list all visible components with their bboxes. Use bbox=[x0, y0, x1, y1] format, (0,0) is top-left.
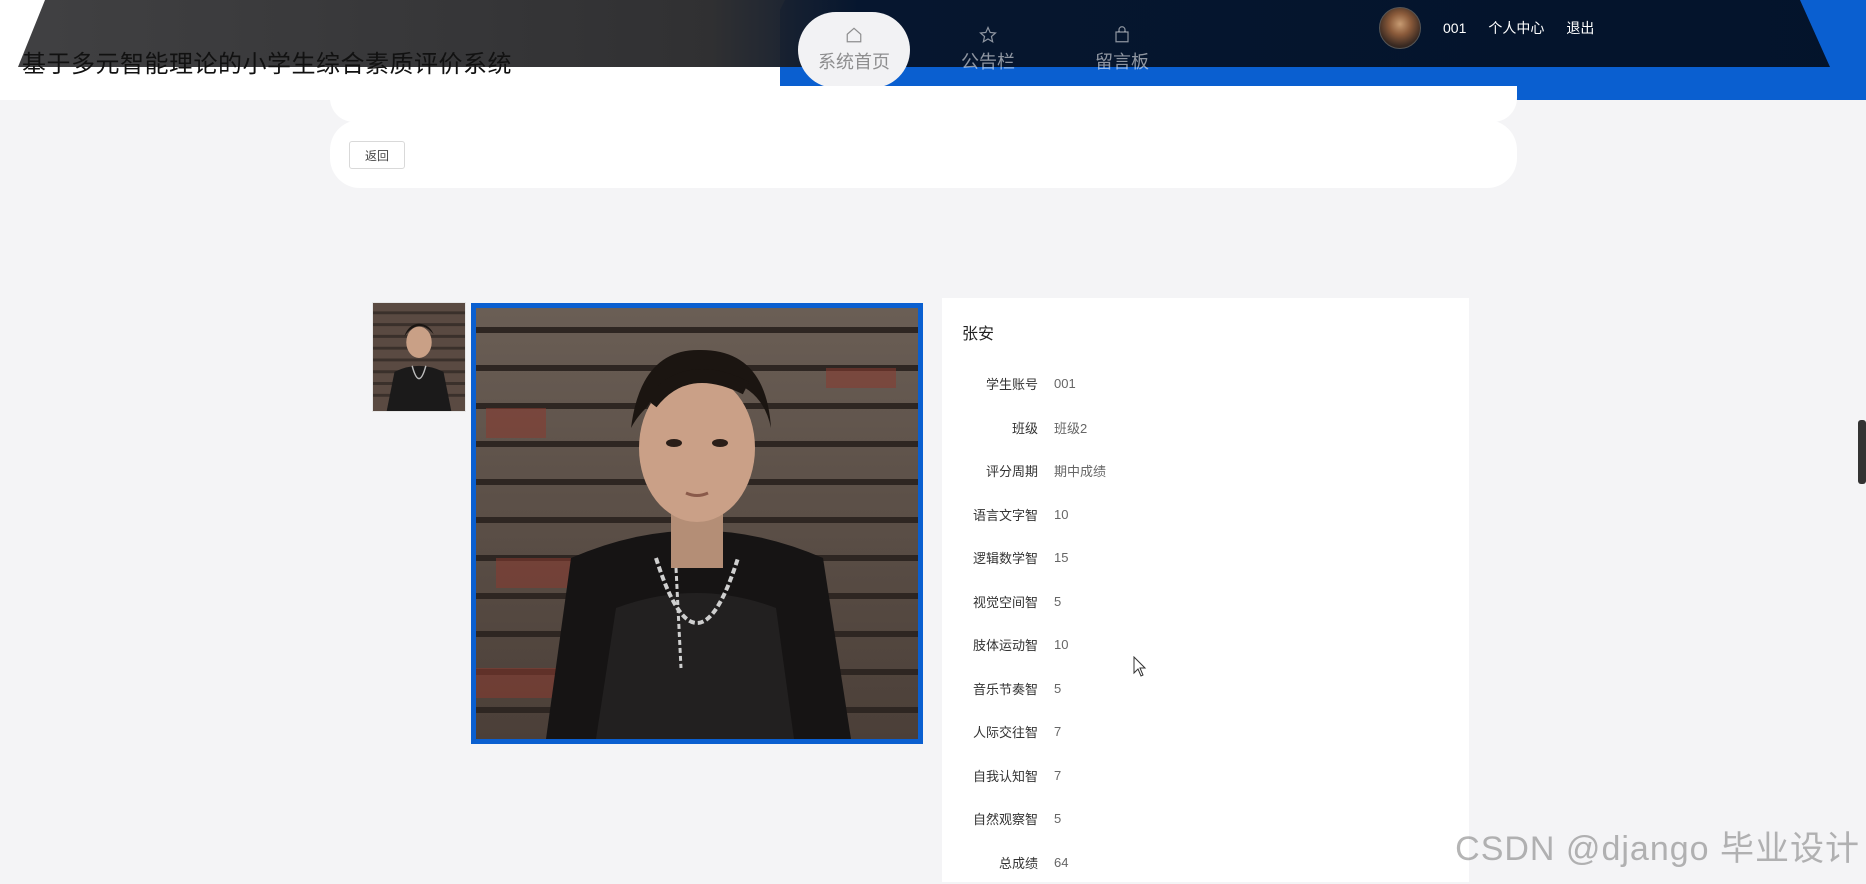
nav-item-label: 系统首页 bbox=[818, 48, 890, 74]
main-image bbox=[471, 303, 923, 744]
detail-row-account: 学生账号 001 bbox=[942, 362, 1469, 406]
main-nav: 系统首页 公告栏 留言板 bbox=[798, 12, 1178, 88]
detail-row-naturalist: 自然观察智 5 bbox=[942, 797, 1469, 841]
student-photo bbox=[476, 308, 918, 739]
detail-row-interpersonal: 人际交往智 7 bbox=[942, 710, 1469, 754]
field-value: 5 bbox=[1054, 681, 1061, 696]
detail-row-spatial: 视觉空间智 5 bbox=[942, 580, 1469, 624]
nav-item-notice[interactable]: 公告栏 bbox=[932, 12, 1044, 88]
field-value: 15 bbox=[1054, 550, 1068, 565]
field-value: 5 bbox=[1054, 811, 1061, 826]
nav-item-home[interactable]: 系统首页 bbox=[798, 12, 910, 88]
avatar[interactable] bbox=[1379, 7, 1421, 49]
user-area: 001 个人中心 退出 bbox=[1379, 7, 1594, 49]
field-label: 评分周期 bbox=[942, 461, 1054, 480]
field-value: 5 bbox=[1054, 594, 1061, 609]
detail-row-intrapersonal: 自我认知智 7 bbox=[942, 754, 1469, 798]
field-label: 自我认知智 bbox=[942, 766, 1054, 785]
field-label: 逻辑数学智 bbox=[942, 548, 1054, 567]
student-photo-thumb bbox=[373, 303, 465, 411]
field-label: 视觉空间智 bbox=[942, 592, 1054, 611]
logout-link[interactable]: 退出 bbox=[1566, 18, 1594, 38]
detail-field-list: 学生账号 001 班级 班级2 评分周期 期中成绩 语言文字智 10 逻辑数学智… bbox=[942, 362, 1469, 884]
field-label: 语言文字智 bbox=[942, 505, 1054, 524]
field-label: 班级 bbox=[942, 418, 1054, 437]
top-header: 基于多元智能理论的小学生综合素质评价系统 系统首页 公告栏 留言板 001 个人… bbox=[0, 0, 1866, 100]
nav-item-label: 公告栏 bbox=[961, 48, 1015, 74]
detail-row-linguistic: 语言文字智 10 bbox=[942, 493, 1469, 537]
toolbar-card: 返回 bbox=[330, 120, 1517, 188]
field-value: 7 bbox=[1054, 724, 1061, 739]
nav-item-messages[interactable]: 留言板 bbox=[1066, 12, 1178, 88]
detail-row-class: 班级 班级2 bbox=[942, 406, 1469, 450]
watermark: CSDN @django 毕业设计 bbox=[1455, 821, 1860, 870]
nav-item-label: 留言板 bbox=[1095, 48, 1149, 74]
mouse-cursor-icon bbox=[1133, 656, 1147, 678]
field-label: 肢体运动智 bbox=[942, 635, 1054, 654]
detail-row-total: 总成绩 64 bbox=[942, 841, 1469, 884]
home-icon bbox=[845, 26, 863, 44]
detail-row-musical: 音乐节奏智 5 bbox=[942, 667, 1469, 711]
breadcrumb-card bbox=[330, 86, 1517, 122]
field-label: 人际交往智 bbox=[942, 722, 1054, 741]
field-value: 期中成绩 bbox=[1054, 461, 1106, 480]
field-label: 音乐节奏智 bbox=[942, 679, 1054, 698]
field-value: 10 bbox=[1054, 507, 1068, 522]
bag-icon bbox=[1113, 26, 1131, 44]
field-value: 班级2 bbox=[1054, 418, 1087, 437]
field-label: 学生账号 bbox=[942, 374, 1054, 393]
detail-row-logical: 逻辑数学智 15 bbox=[942, 536, 1469, 580]
field-value: 001 bbox=[1054, 376, 1076, 391]
field-value: 64 bbox=[1054, 855, 1068, 870]
detail-card: 张安 学生账号 001 班级 班级2 评分周期 期中成绩 语言文字智 10 逻辑… bbox=[942, 298, 1469, 882]
detail-row-kinesthetic: 肢体运动智 10 bbox=[942, 623, 1469, 667]
back-button[interactable]: 返回 bbox=[349, 141, 405, 169]
username[interactable]: 001 bbox=[1443, 20, 1466, 36]
profile-link[interactable]: 个人中心 bbox=[1488, 18, 1544, 38]
detail-row-period: 评分周期 期中成绩 bbox=[942, 449, 1469, 493]
site-title: 基于多元智能理论的小学生综合素质评价系统 bbox=[22, 44, 512, 79]
field-value: 10 bbox=[1054, 637, 1068, 652]
scrollbar-thumb[interactable] bbox=[1858, 420, 1866, 484]
student-name: 张安 bbox=[962, 320, 994, 344]
field-label: 自然观察智 bbox=[942, 809, 1054, 828]
field-value: 7 bbox=[1054, 768, 1061, 783]
field-label: 总成绩 bbox=[942, 853, 1054, 872]
star-icon bbox=[979, 26, 997, 44]
thumbnail-image[interactable] bbox=[372, 302, 466, 412]
